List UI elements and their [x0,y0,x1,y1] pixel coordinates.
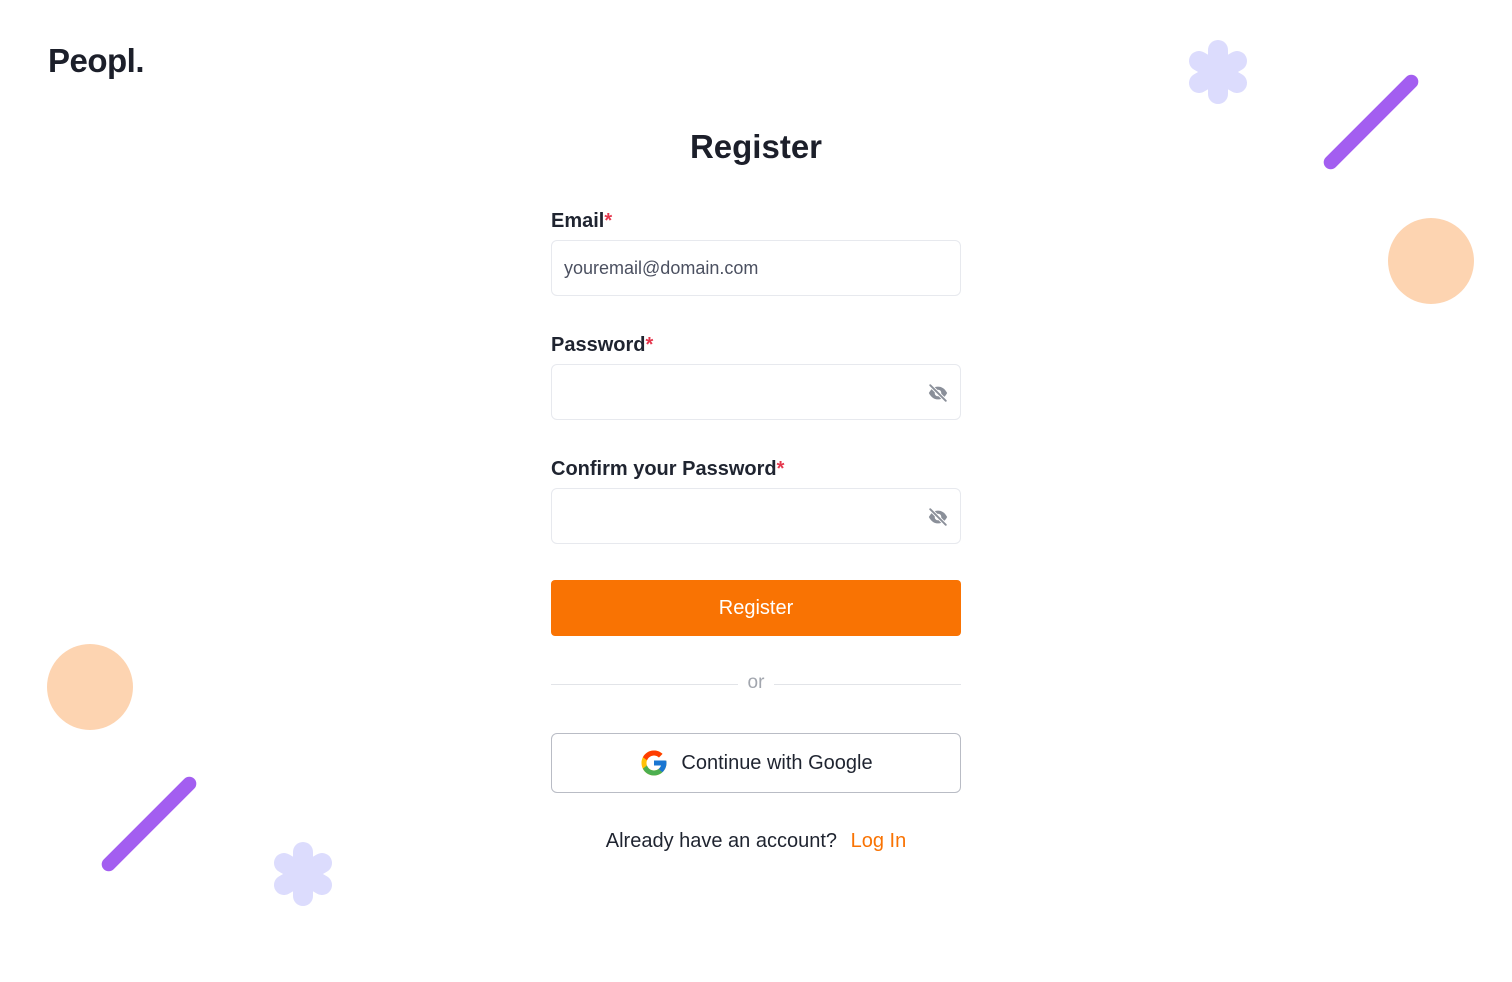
email-label-text: Email [551,210,605,232]
divider-line [774,684,961,685]
login-link[interactable]: Log In [851,830,907,852]
password-field-wrapper [551,364,961,420]
divider-text: or [747,672,765,693]
login-prompt-row: Already have an account? Log In [551,830,961,853]
email-field-wrapper [551,240,961,296]
circle-decoration [1388,218,1474,304]
confirm-password-label: Confirm your Password* [551,458,784,481]
google-icon [639,748,669,778]
confirm-password-field[interactable] [552,489,960,543]
brand-logo: Peopl. [48,42,145,79]
password-label-text: Password [551,334,646,356]
required-mark: * [645,334,654,356]
eye-off-icon[interactable] [927,382,949,404]
email-field[interactable] [552,241,960,295]
required-mark: * [776,458,785,480]
continue-with-google-button[interactable]: Continue with Google [551,733,961,793]
login-prompt-text: Already have an account? [605,830,838,852]
confirm-password-field-wrapper [551,488,961,544]
asterisk-decoration [267,838,339,910]
or-divider: or [551,672,961,696]
page-title: Register [689,128,823,165]
email-label: Email* [551,210,612,233]
password-field[interactable] [552,365,960,419]
confirm-password-label-text: Confirm your Password [551,458,777,480]
circle-decoration [47,644,133,730]
required-mark: * [604,210,613,232]
google-button-label: Continue with Google [681,751,873,774]
password-label: Password* [551,334,653,357]
eye-off-icon[interactable] [927,506,949,528]
stick-decoration [98,773,200,875]
asterisk-decoration [1182,36,1254,108]
register-button[interactable]: Register [551,580,961,636]
